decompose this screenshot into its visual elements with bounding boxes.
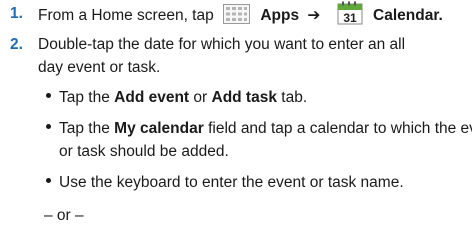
arrow-icon: ➔ — [307, 7, 321, 25]
my-calendar-label: My calendar — [114, 120, 204, 137]
add-task-label: Add task — [211, 89, 277, 106]
bullet-item-2: Tap the My calendar field and tap a cale… — [46, 119, 472, 139]
bullet-icon — [46, 124, 51, 130]
bullet-icon — [46, 93, 51, 99]
step-1-number: 1. — [10, 5, 23, 22]
bullet-item-2-line-2: or task should be added. — [59, 143, 229, 160]
step-2-line-2: day event or task. — [38, 59, 161, 76]
add-event-label: Add event — [114, 89, 190, 106]
calendar-icon-day: 31 — [343, 11, 357, 25]
bullet-item-3: Use the keyboard to enter the event or t… — [46, 173, 404, 193]
bullet-item-1: Tap the Add event or Add task tab. — [46, 88, 307, 108]
or-separator: – or – — [44, 207, 84, 224]
step-1-prefix: From a Home screen, tap — [38, 7, 214, 25]
apps-grid-icon — [223, 4, 251, 24]
calendar-label: Calendar. — [373, 7, 443, 25]
step-1-text: From a Home screen, tap Apps ➔ 31 Calend… — [38, 1, 443, 28]
calendar-icon: 31 — [337, 1, 363, 25]
step-2-number: 2. — [10, 36, 23, 53]
apps-label: Apps — [260, 7, 300, 25]
step-2-line-1: Double-tap the date for which you want t… — [38, 36, 406, 53]
bullet-icon — [46, 178, 51, 184]
